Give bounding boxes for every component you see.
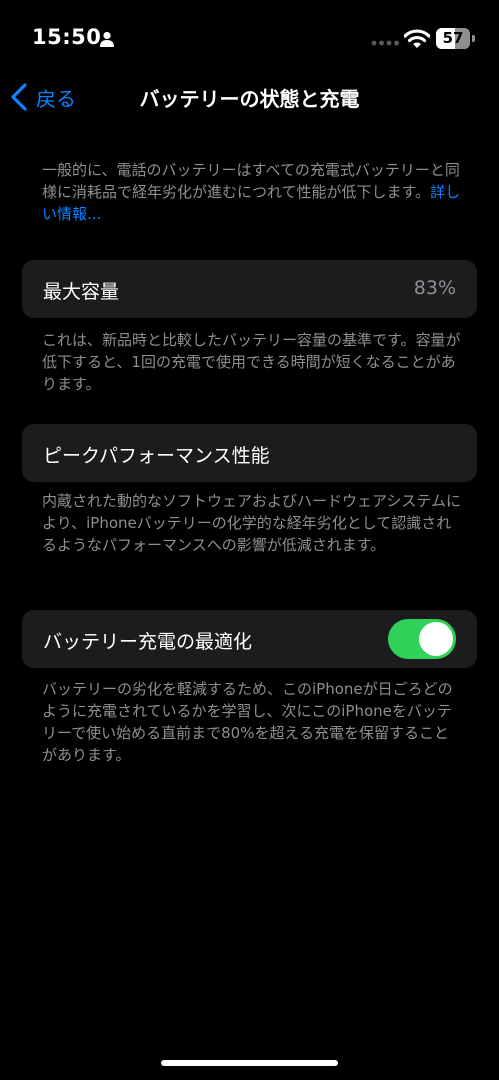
optimized-charging-description: バッテリーの劣化を軽減するため、このiPhoneが日ごろどのように充電されている… [42, 680, 453, 764]
status-bar: 15:50 57 [0, 0, 499, 80]
optimized-charging-label: バッテリー充電の最適化 [43, 631, 253, 653]
peak-performance-row[interactable]: ピークパフォーマンス性能 [22, 424, 477, 482]
page-title: バッテリーの状態と充電 [139, 87, 360, 111]
max-capacity-row: 最大容量 83% [22, 260, 477, 318]
peak-performance-description: 内蔵された動的なソフトウェアおよびハードウェアシステムにより、iPhoneバッテ… [42, 492, 461, 554]
peak-performance-label: ピークパフォーマンス性能 [43, 445, 270, 467]
max-capacity-description: これは、新品時と比較したバッテリー容量の基準です。容量が低下すると、1回の充電で… [42, 331, 461, 393]
battery-cap [472, 35, 475, 42]
optimized-charging-toggle[interactable] [388, 619, 456, 659]
max-capacity-value: 83% [413, 277, 456, 299]
battery-level: 57 [442, 29, 464, 47]
optimized-charging-row: バッテリー充電の最適化 [22, 610, 477, 668]
navigation-bar: 戻る バッテリーの状態と充電 [0, 72, 499, 122]
battery-body: 57 [436, 28, 470, 49]
cellular-signal-icon [371, 40, 399, 46]
home-indicator[interactable] [161, 1060, 338, 1066]
battery-icon: 57 [436, 28, 476, 50]
max-capacity-label: 最大容量 [43, 281, 120, 303]
status-time: 15:50 [32, 25, 102, 49]
wifi-icon [404, 29, 430, 48]
intro-text: 一般的に、電話のバッテリーはすべての充電式バッテリーと同様に消耗品で経年劣化が進… [42, 159, 462, 225]
person-icon [100, 31, 114, 47]
toggle-knob [419, 622, 453, 656]
intro-body: 一般的に、電話のバッテリーはすべての充電式バッテリーと同様に消耗品で経年劣化が進… [42, 161, 460, 201]
